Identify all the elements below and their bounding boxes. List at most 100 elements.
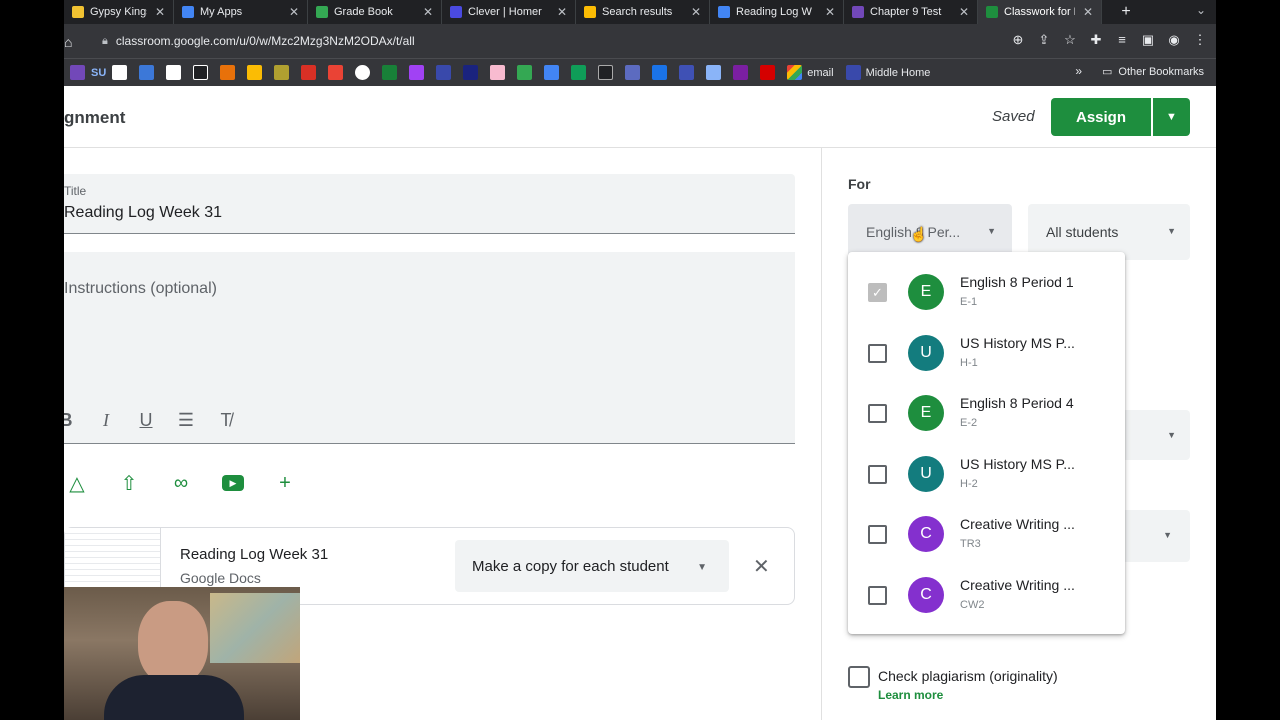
- bookmark-icon[interactable]: [760, 65, 776, 80]
- new-tab-button[interactable]: +: [1116, 3, 1136, 21]
- tab-search-results[interactable]: Search results ✕: [576, 0, 710, 24]
- checkbox[interactable]: [868, 344, 887, 363]
- class-option[interactable]: C Creative Writing ... CW2: [848, 565, 1125, 625]
- tab-clever[interactable]: Clever | Homer ✕: [442, 0, 576, 24]
- lock-icon[interactable]: 🔒︎: [102, 35, 108, 48]
- bookmark-icon[interactable]: [544, 65, 560, 80]
- bookmark-icon[interactable]: [571, 65, 587, 80]
- instructions-field[interactable]: Instructions (optional) B I U ☰ T̸: [64, 252, 795, 444]
- points-select[interactable]: ▼: [1122, 410, 1190, 460]
- class-option[interactable]: E English 8 Period 4 E-2: [848, 383, 1125, 443]
- create-icon[interactable]: +: [272, 470, 298, 496]
- bookmark-icon[interactable]: [112, 65, 128, 80]
- share-icon[interactable]: ⇪: [1036, 32, 1052, 48]
- checkbox[interactable]: [868, 404, 887, 423]
- bookmark-email[interactable]: email: [787, 65, 834, 80]
- title-input[interactable]: Reading Log Week 31: [64, 204, 222, 222]
- home-icon[interactable]: ⌂: [64, 34, 78, 50]
- url-field[interactable]: classroom.google.com/u/0/w/Mzc2Mzg3NzM2O…: [116, 34, 415, 48]
- bookmark-icon[interactable]: [436, 65, 452, 80]
- more-bookmarks-icon[interactable]: »: [1075, 64, 1082, 78]
- remove-attachment-icon[interactable]: ✕: [753, 554, 770, 579]
- bookmark-icon[interactable]: [517, 65, 533, 80]
- bulleted-list-icon[interactable]: ☰: [174, 408, 198, 432]
- bookmark-icon[interactable]: [220, 65, 236, 80]
- class-option[interactable]: U US History MS P... H-1: [848, 323, 1125, 383]
- tab-search-icon[interactable]: ⌄: [1196, 3, 1206, 17]
- tab-my-apps[interactable]: My Apps ✕: [174, 0, 308, 24]
- youtube-icon[interactable]: ▶: [220, 470, 246, 496]
- close-icon[interactable]: ✕: [1081, 5, 1095, 19]
- tab-grade-book[interactable]: Grade Book ✕: [308, 0, 442, 24]
- bookmark-icon[interactable]: [625, 65, 641, 80]
- checkbox[interactable]: [868, 465, 887, 484]
- italic-icon[interactable]: I: [94, 408, 118, 432]
- bookmark-icon[interactable]: [490, 65, 506, 80]
- clear-formatting-icon[interactable]: T̸: [214, 408, 238, 432]
- side-panel-icon[interactable]: ▣: [1140, 32, 1156, 48]
- bookmark-icon[interactable]: [409, 65, 425, 80]
- menu-icon[interactable]: ⋮: [1192, 32, 1208, 48]
- bookmark-icon[interactable]: [463, 65, 479, 80]
- bookmark-icon[interactable]: [139, 65, 155, 80]
- tab-classwork[interactable]: Classwork for E ✕: [978, 0, 1102, 24]
- class-name: Creative Writing ...: [960, 516, 1075, 532]
- bookmark-middle-home[interactable]: Middle Home: [845, 65, 930, 80]
- star-icon[interactable]: ☆: [1062, 32, 1078, 48]
- close-icon[interactable]: ✕: [689, 5, 703, 19]
- zoom-icon[interactable]: ⊕: [1010, 32, 1026, 48]
- assign-dropdown-button[interactable]: ▼: [1153, 98, 1190, 136]
- close-icon[interactable]: ✕: [287, 5, 301, 19]
- class-option[interactable]: ✓ E English 8 Period 1 E-1: [848, 262, 1125, 322]
- class-option[interactable]: C Creative Writing ... TR3: [848, 504, 1125, 564]
- attachment-type: Google Docs: [180, 570, 261, 586]
- upload-icon[interactable]: ⇧: [116, 470, 142, 496]
- link-icon[interactable]: ∞: [168, 470, 194, 496]
- bookmark-icon[interactable]: [328, 65, 344, 80]
- bookmark-icon[interactable]: [166, 65, 182, 80]
- close-icon[interactable]: ✕: [957, 5, 971, 19]
- checkbox[interactable]: [868, 525, 887, 544]
- attachment-title[interactable]: Reading Log Week 31: [180, 546, 328, 563]
- tab-strip: Gypsy Kings Ins ✕ My Apps ✕ Grade Book ✕…: [64, 0, 1216, 24]
- bookmark-icon[interactable]: [193, 65, 209, 80]
- bookmark-icon[interactable]: [652, 65, 668, 80]
- bookmark-icon[interactable]: [598, 65, 614, 80]
- copy-option-select[interactable]: Make a copy for each student ▼: [455, 540, 729, 592]
- bookmark-icon[interactable]: [733, 65, 749, 80]
- underline-icon[interactable]: U: [134, 408, 158, 432]
- close-icon[interactable]: ✕: [823, 5, 837, 19]
- close-icon[interactable]: ✕: [421, 5, 435, 19]
- tab-chapter-9-test[interactable]: Chapter 9 Test ✕: [844, 0, 978, 24]
- title-field[interactable]: Title Reading Log Week 31: [64, 174, 795, 234]
- bookmark-icon[interactable]: [247, 65, 263, 80]
- bookmark-icon[interactable]: [355, 65, 371, 80]
- close-icon[interactable]: ✕: [153, 5, 167, 19]
- bookmark-icon[interactable]: [706, 65, 722, 80]
- other-bookmarks[interactable]: ▭ Other Bookmarks: [1102, 65, 1204, 79]
- checkbox[interactable]: [868, 586, 887, 605]
- caret-down-icon: ▼: [987, 226, 996, 236]
- webcam-person: [138, 601, 208, 685]
- extensions-icon[interactable]: ✚: [1088, 32, 1104, 48]
- class-section: H-2: [960, 478, 978, 490]
- checkbox-checked-icon[interactable]: ✓: [868, 283, 887, 302]
- bold-icon[interactable]: B: [64, 408, 78, 432]
- google-drive-icon[interactable]: △: [64, 470, 90, 496]
- tab-gypsy-kings[interactable]: Gypsy Kings Ins ✕: [64, 0, 174, 24]
- assign-button[interactable]: Assign: [1051, 98, 1151, 136]
- learn-more-link[interactable]: Learn more: [878, 688, 943, 702]
- bookmark-icon[interactable]: [301, 65, 317, 80]
- reading-list-icon[interactable]: ≡: [1114, 32, 1130, 48]
- topic-select[interactable]: ▼: [1122, 510, 1190, 562]
- plagiarism-checkbox[interactable]: [848, 666, 870, 688]
- bookmark-icon[interactable]: [70, 65, 85, 80]
- profile-icon[interactable]: ◉: [1166, 32, 1182, 48]
- class-option[interactable]: U US History MS P... H-2: [848, 444, 1125, 504]
- bookmark-su[interactable]: SU: [91, 67, 106, 79]
- tab-reading-log[interactable]: Reading Log W ✕: [710, 0, 844, 24]
- bookmark-icon[interactable]: [382, 65, 398, 80]
- bookmark-icon[interactable]: [274, 65, 290, 80]
- close-icon[interactable]: ✕: [555, 5, 569, 19]
- bookmark-icon[interactable]: [679, 65, 695, 80]
